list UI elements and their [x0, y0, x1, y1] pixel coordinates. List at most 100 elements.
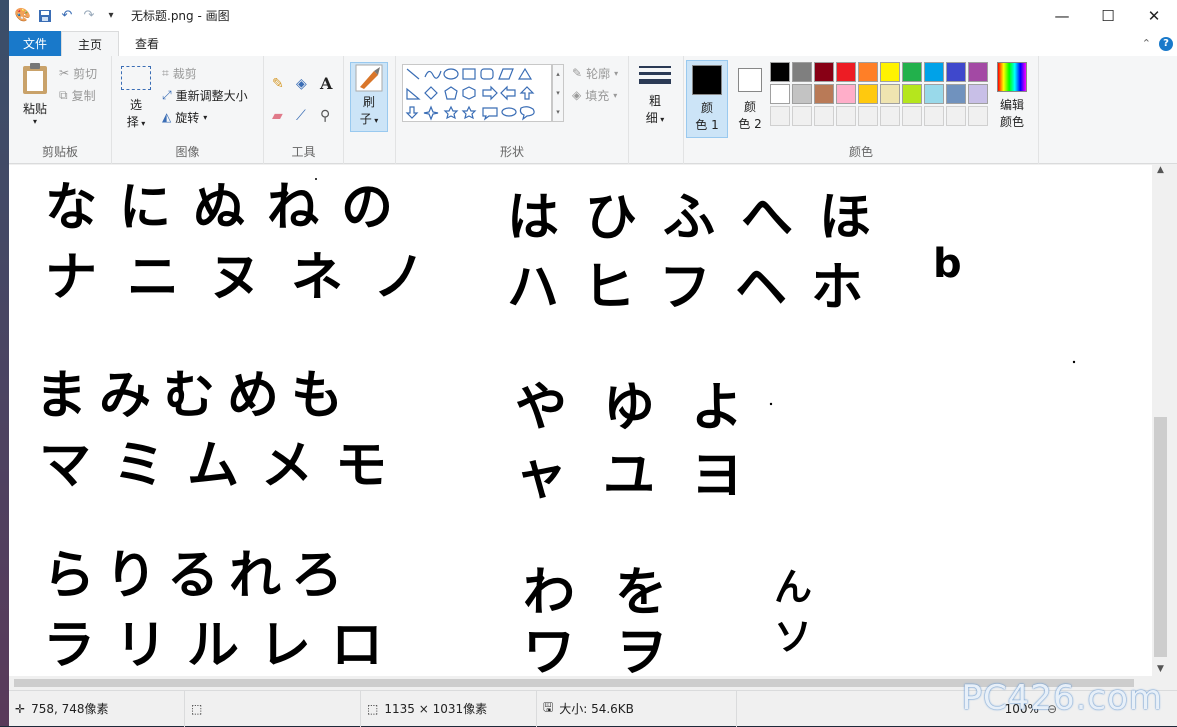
fill-shape-button[interactable]: ◈ 填充 ▾ [572, 84, 617, 106]
palette-swatch[interactable] [946, 84, 966, 104]
magnifier-icon[interactable]: ⚲ [320, 108, 330, 124]
palette-swatch[interactable] [924, 62, 944, 82]
palette-swatch[interactable] [814, 106, 834, 126]
palette-swatch[interactable] [946, 62, 966, 82]
palette-swatch[interactable] [814, 62, 834, 82]
palette-swatch[interactable] [858, 84, 878, 104]
palette-swatch[interactable] [814, 84, 834, 104]
select-icon [121, 66, 151, 90]
title-bar: 🎨 ↶ ↷ ▾ 无标题.png - 画图 — ☐ ✕ [9, 0, 1177, 31]
paint-window: 🎨 ↶ ↷ ▾ 无标题.png - 画图 — ☐ ✕ 文件 主页 查看 ⌃ ? [0, 0, 1177, 727]
resize-button[interactable]: ⤢ 重新调整大小 [162, 84, 248, 106]
quick-access-toolbar: 🎨 ↶ ↷ ▾ [9, 8, 119, 24]
palette-swatch[interactable] [968, 84, 988, 104]
extra-mark: b [933, 241, 962, 287]
canvas-area: なにぬねの ナニヌネノ はひふへほ ハヒフヘホ まみむめも マミムメモ やゆよ … [9, 165, 1152, 683]
crop-icon: ⌗ [162, 65, 169, 80]
scroll-up-icon[interactable]: ▲ [1152, 165, 1169, 175]
paint-app-icon: 🎨 [14, 8, 32, 23]
palette-swatch[interactable] [924, 106, 944, 126]
tab-file[interactable]: 文件 [9, 31, 62, 56]
vertical-scroll-thumb[interactable] [1154, 417, 1167, 657]
fill-icon[interactable]: ◈ [296, 76, 307, 92]
palette-swatch[interactable] [836, 62, 856, 82]
ribbon-tabs: 文件 主页 查看 ⌃ ? [9, 31, 1177, 56]
palette-swatch[interactable] [880, 106, 900, 126]
palette-swatch[interactable] [858, 62, 878, 82]
palette-swatch[interactable] [836, 106, 856, 126]
drawing-canvas[interactable]: なにぬねの ナニヌネノ はひふへほ ハヒフヘホ まみむめも マミムメモ やゆよ … [9, 165, 1152, 683]
palette-swatch[interactable] [924, 84, 944, 104]
brushes-button[interactable]: 刷 子 ▾ [350, 62, 388, 132]
line-size-icon [639, 66, 671, 88]
palette-swatch[interactable] [770, 62, 790, 82]
size-button[interactable]: 粗 细 ▾ [637, 66, 673, 126]
tab-view[interactable]: 查看 [119, 31, 175, 56]
clipboard-group: 粘贴 ▾ ✂ 剪切 ⧉ 复制 剪贴板 [9, 56, 112, 164]
crop-button[interactable]: ⌗ 裁剪 [162, 62, 197, 84]
select-button[interactable]: 选 择 ▾ [118, 66, 154, 130]
vertical-scrollbar[interactable]: ▲ ▼ [1152, 165, 1169, 676]
colors-group: 颜 色 1 颜 色 2 编辑 颜色 颜色 [684, 56, 1039, 164]
resize-icon: ⤢ [162, 87, 172, 102]
watermark-logo: PC426.com [961, 678, 1163, 718]
color-picker-icon[interactable]: ⟋ [296, 108, 306, 124]
palette-swatch[interactable] [792, 84, 812, 104]
pencil-icon[interactable]: ✎ [272, 76, 284, 92]
collapse-ribbon-icon[interactable]: ⌃ [1142, 37, 1151, 50]
palette-swatch[interactable] [770, 106, 790, 126]
cursor-icon: ✛ [15, 701, 26, 716]
maximize-button[interactable]: ☐ [1085, 0, 1131, 31]
paste-dropdown-icon: ▾ [32, 117, 37, 126]
paste-button[interactable]: 粘贴 ▾ [17, 62, 53, 126]
palette-swatch[interactable] [902, 106, 922, 126]
palette-swatch[interactable] [880, 62, 900, 82]
palette-swatch[interactable] [946, 106, 966, 126]
palette-swatch[interactable] [770, 84, 790, 104]
wa-row-hira: わを [523, 563, 707, 623]
ra-row-kata: ラリルレロ [43, 616, 403, 676]
undo-icon[interactable]: ↶ [59, 8, 75, 24]
color2-button[interactable]: 颜 色 2 [730, 60, 770, 138]
tab-home[interactable]: 主页 [61, 31, 120, 56]
text-icon[interactable]: A [320, 74, 332, 93]
help-icon[interactable]: ? [1159, 36, 1173, 51]
window-title: 无标题.png - 画图 [131, 9, 230, 23]
save-icon[interactable] [37, 8, 53, 24]
tools-label: 工具 [291, 145, 316, 159]
shapes-gallery[interactable] [402, 64, 552, 122]
copy-button[interactable]: ⧉ 复制 [59, 84, 96, 106]
palette-swatch[interactable] [858, 106, 878, 126]
fill-bucket-icon: ◈ [572, 88, 582, 102]
redo-icon[interactable]: ↷ [81, 8, 97, 24]
palette-swatch[interactable] [968, 62, 988, 82]
edit-colors-button[interactable]: 编辑 颜色 [990, 62, 1034, 130]
ribbon: 粘贴 ▾ ✂ 剪切 ⧉ 复制 剪贴板 选 择 ▾ ⌗ 裁剪 ⤢ 重新调整大小 ◭… [9, 56, 1177, 164]
shapes-scroll[interactable]: ▴ ▾ ▾ [552, 64, 564, 122]
paste-icon [23, 63, 47, 94]
palette-swatch[interactable] [880, 84, 900, 104]
shapes-gallery-icons [405, 67, 535, 121]
color1-swatch [692, 65, 722, 95]
ya-row-hira: やゆよ [515, 378, 779, 438]
eraser-icon[interactable]: ▰ [272, 108, 283, 124]
customize-qa-icon[interactable]: ▾ [103, 8, 119, 24]
palette-swatch[interactable] [792, 62, 812, 82]
palette-swatch[interactable] [792, 106, 812, 126]
scroll-down-icon[interactable]: ▼ [1152, 664, 1169, 674]
close-button[interactable]: ✕ [1131, 0, 1177, 31]
minimize-button[interactable]: — [1039, 0, 1085, 31]
palette-swatch[interactable] [902, 84, 922, 104]
color2-swatch [738, 68, 762, 92]
palette-swatch[interactable] [902, 62, 922, 82]
outline-button[interactable]: ✎ 轮廓 ▾ [572, 62, 618, 84]
brush-icon [355, 64, 383, 92]
palette-swatch[interactable] [968, 106, 988, 126]
ya-row-kata: ャユヨ [515, 446, 779, 506]
cut-button[interactable]: ✂ 剪切 [59, 62, 97, 84]
handwriting-layer: なにぬねの ナニヌネノ はひふへほ ハヒフヘホ まみむめも マミムメモ やゆよ … [35, 178, 1076, 683]
color1-button[interactable]: 颜 色 1 [686, 60, 728, 138]
image-dimensions: ⬚ 1135 × 1031像素 [361, 690, 537, 727]
rotate-button[interactable]: ◭ 旋转 ▾ [162, 106, 207, 128]
palette-swatch[interactable] [836, 84, 856, 104]
